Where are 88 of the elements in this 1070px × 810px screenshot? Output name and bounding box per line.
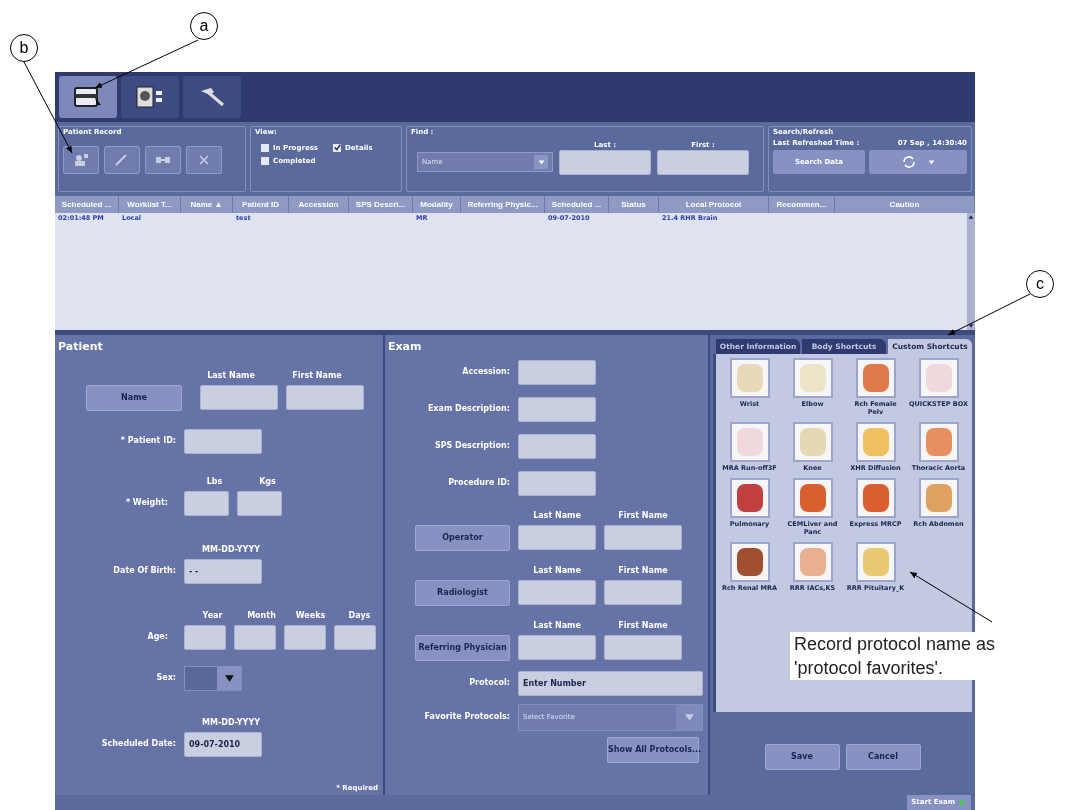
last-name-field[interactable] [518,635,596,660]
checkbox[interactable] [333,143,341,152]
column-caption: Last Name [532,509,582,522]
field-label: Date Of Birth: [112,565,177,577]
column-caption: MM-DD-YYYY [201,543,261,556]
panel-title: Exam [388,339,423,355]
record-button[interactable] [63,145,99,174]
checkmark-icon [333,144,341,152]
field-label: SPS Description: [433,440,511,452]
first-name-field[interactable] [286,385,364,410]
scanner-icon [73,85,103,109]
column-caption: Month [246,609,277,622]
scheduled-date-field[interactable]: 09-07-2010 [184,731,262,757]
checkbox[interactable] [261,157,269,166]
column-caption: First Name [617,619,669,632]
field-label: * Patient ID: [119,435,177,447]
date-of-birth-field[interactable]: - - [184,558,262,584]
person-button[interactable]: Radiologist [415,579,510,606]
cross-icon [196,152,212,167]
field-label: Age: [146,631,169,643]
field-label: Sex: [155,672,177,684]
column-caption: Last Name [206,369,256,382]
age-field[interactable] [284,624,326,650]
column-caption: Last Name [532,619,582,632]
field-label: Exam Description: [426,403,511,415]
panel-title: Patient [58,339,104,355]
input-field[interactable] [518,396,596,422]
field-label: Procedure ID: [447,477,511,489]
column-caption: Year [201,609,224,622]
refresh-icon [901,155,916,169]
toolbar-tab[interactable] [121,76,179,118]
field-label: Favorite Protocols: [423,711,511,723]
field-label: Accession: [461,366,511,378]
last-name-field[interactable] [518,580,596,605]
column-caption: Lbs [205,475,224,488]
age-field[interactable] [334,624,376,650]
refresh-button[interactable] [869,150,967,174]
column-caption: Last Name [532,564,582,577]
caret-icon [537,158,545,166]
person-button[interactable]: Referring Physician [415,634,510,661]
first-name-field[interactable] [604,525,682,550]
callout-label: c [1026,270,1054,298]
first-name-field[interactable] [604,635,682,660]
record-button[interactable] [145,145,181,174]
last-name-field[interactable] [518,525,596,550]
checkbox[interactable] [261,143,269,152]
play-icon [959,798,967,807]
person-add-icon [73,152,89,167]
column-caption: MM-DD-YYYY [201,716,261,729]
column-caption: Days [347,609,372,622]
column-caption: First Name [291,369,343,382]
weight-field[interactable] [237,490,282,516]
save-button[interactable]: Save [764,744,840,770]
weight-field[interactable] [184,490,229,516]
column-caption: First Name [617,509,669,522]
last-name-field[interactable] [200,385,278,410]
callout-label: b [10,34,38,62]
toolbar-tab[interactable] [183,76,241,118]
first-name-field[interactable] [657,150,749,175]
field-label: Scheduled Date: [100,738,177,750]
protocol-field[interactable]: Enter Number [518,670,703,696]
field-label: Protocol: [468,677,511,689]
field-label: * Weight: [124,497,169,509]
person-button[interactable]: Operator [415,524,510,551]
input-field[interactable] [518,470,596,496]
first-name-field[interactable] [604,580,682,605]
caret-icon [927,158,935,166]
cancel-button[interactable]: Cancel [845,744,921,770]
toolbar-tab[interactable] [59,76,117,118]
caret-icon [968,323,974,329]
column-caption: First Name [617,564,669,577]
image-viewer-icon [135,85,165,109]
sex-dropdown[interactable] [184,665,242,691]
callout-label: a [190,12,218,40]
age-field[interactable] [234,624,276,650]
input-field[interactable] [518,359,596,385]
column-caption: Weeks [294,609,327,622]
scrollbar[interactable] [967,213,975,330]
last-name-field[interactable] [559,150,651,175]
caret-icon [223,672,235,684]
patient-id-field[interactable] [184,428,262,454]
show-all-protocols-button[interactable]: Show All Protocols... [607,736,699,763]
column-caption: Kgs [258,475,277,488]
age-field[interactable] [184,624,226,650]
input-field[interactable] [518,433,596,459]
caret-icon [683,711,695,723]
name-button[interactable]: Name [86,384,182,411]
pencil-icon [114,152,130,167]
